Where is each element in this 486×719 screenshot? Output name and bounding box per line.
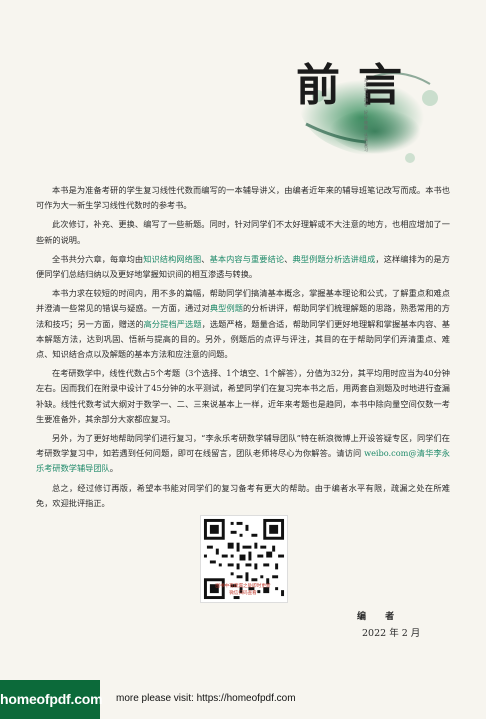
page: 前言 多元学习指导 好好做题 认真复习 本书是为准备考研的学生复习线性代数而编写… bbox=[0, 0, 486, 719]
paragraph-6: 另外，为了更好地帮助同学们进行复习，“李永乐考研数学辅导团队”特在新浪微博上开设… bbox=[36, 431, 450, 477]
paragraph-6-suffix: 。 bbox=[109, 463, 118, 474]
page-title: 前言 bbox=[296, 64, 410, 108]
main-content: 本书是为准备考研的学生复习线性代数而编写的一本辅导讲义，由编者近年来的辅导班笔记… bbox=[36, 183, 450, 515]
footer-note[interactable]: more please visit: https://homeofpdf.com bbox=[116, 693, 296, 704]
highlight-typical-cases: 典型例题 bbox=[209, 303, 244, 314]
paragraph-3: 全书共分六章，每章均由知识结构网络图、基本内容与重要结论、典型例题分析选讲组成，… bbox=[36, 252, 450, 282]
title-char-1: 前 bbox=[296, 60, 348, 111]
qr-caption: 图书中有疏漏之处即时更新 微信扫码查看 bbox=[178, 584, 308, 597]
paragraph-7-text: 总之，经过修订再版，希望本书能对同学们的复习备考有更大的帮助。由于编者水平有限，… bbox=[36, 482, 450, 508]
brand-logo[interactable]: homeofpdf.com bbox=[0, 680, 103, 719]
paragraph-1-text: 本书是为准备考研的学生复习线性代数而编写的一本辅导讲义，由编者近年来的辅导班笔记… bbox=[36, 185, 450, 211]
author-signature: 编 者 bbox=[357, 612, 403, 622]
highlight-basic-content: 基本内容与重要结论 bbox=[209, 253, 285, 264]
vertical-note: 多元学习指导 好好做题 认真复习 bbox=[364, 78, 369, 153]
qr-caption-line-2: 微信扫码查看 bbox=[229, 590, 257, 596]
highlight-high-score-problems: 高分提档严选题 bbox=[143, 318, 202, 329]
highlight-knowledge-network: 知识结构网络图 bbox=[143, 253, 202, 264]
paragraph-7: 总之，经过修订再版，希望本书能对同学们的复习备考有更大的帮助。由于编者水平有限，… bbox=[36, 481, 450, 511]
paragraph-4: 本书力求在较短的时间内，用不多的篇幅，帮助同学们搞清基本概念，掌握基本理论和公式… bbox=[36, 286, 450, 362]
highlight-typical-examples: 典型例题分析选讲组成 bbox=[292, 253, 376, 264]
paragraph-5-text: 在考研数学中，线性代数占5个考题（3个选择、1个填空、1个解答），分值为32分，… bbox=[36, 368, 450, 424]
publication-date: 2022 年 2 月 bbox=[362, 628, 421, 639]
paragraph-3-sep1: 、 bbox=[201, 253, 210, 264]
paragraph-3-prefix: 全书共分六章，每章均由 bbox=[52, 253, 144, 264]
paragraph-5: 在考研数学中，线性代数占5个考题（3个选择、1个填空、1个解答），分值为32分，… bbox=[36, 366, 450, 427]
paragraph-2: 此次修订，补充、更换、编写了一些新题。同时，针对同学们不太好理解或不大注意的地方… bbox=[36, 217, 450, 247]
paragraph-2-text: 此次修订，补充、更换、编写了一些新题。同时，针对同学们不太好理解或不大注意的地方… bbox=[36, 219, 450, 245]
paragraph-1: 本书是为准备考研的学生复习线性代数而编写的一本辅导讲义，由编者近年来的辅导班笔记… bbox=[36, 183, 450, 213]
